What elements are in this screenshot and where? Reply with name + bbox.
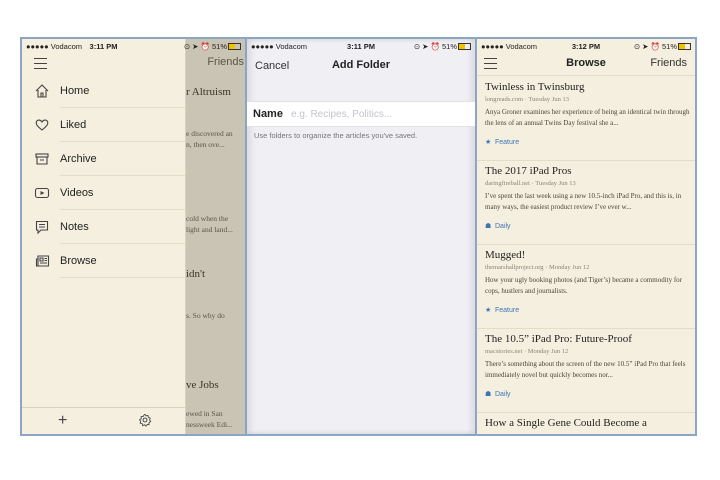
archive-icon (35, 153, 49, 165)
status-icons: ⊙ ➤ ⏰ 51% (414, 42, 471, 51)
phone-screen-add-folder: ●●●●● Vodacom 3:11 PM ⊙ ➤ ⏰ 51% Cancel A… (247, 37, 475, 436)
tag-label: Feature (495, 307, 520, 314)
underlay-snippet: light and land... (186, 225, 233, 234)
article-card[interactable]: The 10.5” iPad Pro: Future-Proof macstor… (477, 328, 695, 413)
divider (60, 243, 185, 244)
underlay-snippet: s. So why do (186, 311, 225, 320)
underlay-snippet: n, then ove... (186, 140, 225, 149)
add-folder-button[interactable]: + (58, 413, 67, 429)
article-tag[interactable]: ★ Feature (485, 138, 519, 146)
drawer-footer: + (22, 407, 185, 434)
friends-tab[interactable]: Friends (207, 56, 244, 68)
menu-item-liked[interactable]: Liked (22, 109, 185, 142)
tag-label: Feature (495, 139, 520, 146)
heart-icon (35, 119, 49, 131)
article-meta: longreads.com · Tuesday Jun 13 (485, 96, 569, 103)
menu-item-label: Videos (60, 187, 94, 199)
battery-label: 51% (441, 42, 457, 51)
battery-icon (228, 43, 241, 50)
battery-label: 51% (211, 42, 227, 51)
article-tag[interactable]: ★ Feature (485, 306, 519, 314)
article-excerpt: There’s something about the screen of th… (485, 360, 686, 379)
article-meta: macstories.net · Monday Jun 12 (485, 348, 569, 355)
underlay-snippet: nessweek Edi... (186, 420, 233, 429)
divider (60, 277, 185, 278)
article-card[interactable]: Mugged! themarshallproject.org · Monday … (477, 244, 695, 329)
underlay-title: ve Jobs (186, 379, 219, 391)
article-list-underlay[interactable]: Friends r Altruism e discovered an n, th… (185, 39, 245, 434)
star-icon: ★ (485, 139, 492, 146)
menu-item-archive[interactable]: Archive (22, 143, 185, 176)
article-excerpt: Anya Groner examines her experience of b… (485, 108, 690, 127)
menu-item-label: Archive (60, 153, 97, 165)
menu-item-home[interactable]: Home (22, 75, 185, 108)
underlay-snippet: ewed in San (186, 409, 223, 418)
menu-item-label: Home (60, 85, 90, 97)
folder-name-input[interactable] (289, 105, 463, 123)
gear-icon[interactable] (138, 413, 152, 427)
friends-tab[interactable]: Friends (650, 57, 687, 69)
article-title[interactable]: Twinless in Twinsburg (485, 81, 585, 93)
menu-item-browse[interactable]: Browse (22, 245, 185, 278)
battery-label: 51% (661, 42, 677, 51)
article-title[interactable]: The 2017 iPad Pros (485, 165, 571, 177)
status-bar-right: ⊙ ➤ ⏰ 51% (184, 39, 245, 53)
folder-name-row: Name (247, 101, 475, 127)
battery-icon (678, 43, 691, 50)
article-title[interactable]: The 10.5” iPad Pro: Future-Proof (485, 333, 632, 345)
battery-icon (458, 43, 471, 50)
article-card[interactable]: Twinless in Twinsburg longreads.com · Tu… (477, 76, 695, 161)
phone-screen-menu: Friends r Altruism e discovered an n, th… (20, 37, 247, 436)
home-icon (35, 84, 49, 98)
underlay-title: idn't (186, 268, 206, 280)
status-icons: ⊙ ➤ ⏰ 51% (184, 42, 241, 51)
article-title[interactable]: Mugged! (485, 249, 525, 261)
daily-icon: ☗ (485, 223, 492, 230)
tag-label: Daily (495, 223, 511, 230)
article-excerpt: I’ve spent the last week using a new 10.… (485, 192, 682, 211)
article-meta: daringfireball.net · Tuesday Jun 13 (485, 180, 576, 187)
page-title: Add Folder (331, 59, 391, 71)
article-tag[interactable]: ☗ Daily (485, 390, 511, 398)
menu-item-videos[interactable]: Videos (22, 177, 185, 210)
name-label: Name (253, 108, 283, 120)
nav-bar: Cancel Add Folder (247, 53, 475, 79)
divider (60, 107, 185, 108)
tag-label: Daily (495, 391, 511, 398)
help-text: Use folders to organize the articles you… (254, 131, 418, 140)
menu-item-label: Notes (60, 221, 89, 233)
menu-item-label: Liked (60, 119, 87, 131)
notes-icon (35, 220, 49, 235)
side-drawer: ●●●●● Vodacom 3:11 PM Home Liked Archive… (22, 39, 186, 434)
star-icon: ★ (485, 307, 492, 314)
hamburger-menu-icon[interactable] (34, 58, 47, 69)
video-icon (34, 187, 50, 199)
status-bar: ●●●●● Vodacom 3:12 PM ⊙ ➤ ⏰ 51% (477, 39, 695, 53)
newspaper-icon (35, 255, 50, 267)
status-icons: ⊙ ➤ ⏰ 51% (634, 42, 691, 51)
divider (60, 175, 185, 176)
divider (60, 209, 185, 210)
article-meta: themarshallproject.org · Monday Jun 12 (485, 264, 590, 271)
article-card[interactable]: How a Single Gene Could Become a (477, 412, 695, 434)
underlay-snippet: cold when the (186, 214, 229, 223)
article-card[interactable]: The 2017 iPad Pros daringfireball.net · … (477, 160, 695, 245)
phone-screen-browse: ●●●●● Vodacom 3:12 PM ⊙ ➤ ⏰ 51% Browse F… (475, 37, 697, 436)
underlay-snippet: e discovered an (186, 129, 233, 138)
nav-bar: Browse Friends (477, 53, 695, 76)
underlay-title: r Altruism (186, 86, 231, 98)
article-title[interactable]: How a Single Gene Could Become a (485, 417, 647, 429)
daily-icon: ☗ (485, 391, 492, 398)
article-tag[interactable]: ☗ Daily (485, 222, 511, 230)
clock: 3:11 PM (89, 42, 118, 51)
menu-item-notes[interactable]: Notes (22, 211, 185, 244)
divider (60, 141, 185, 142)
menu-item-label: Browse (60, 255, 97, 267)
status-bar: ●●●●● Vodacom 3:11 PM ⊙ ➤ ⏰ 51% (247, 39, 475, 53)
article-excerpt: How your ugly booking photos (and Tiger’… (485, 276, 683, 295)
